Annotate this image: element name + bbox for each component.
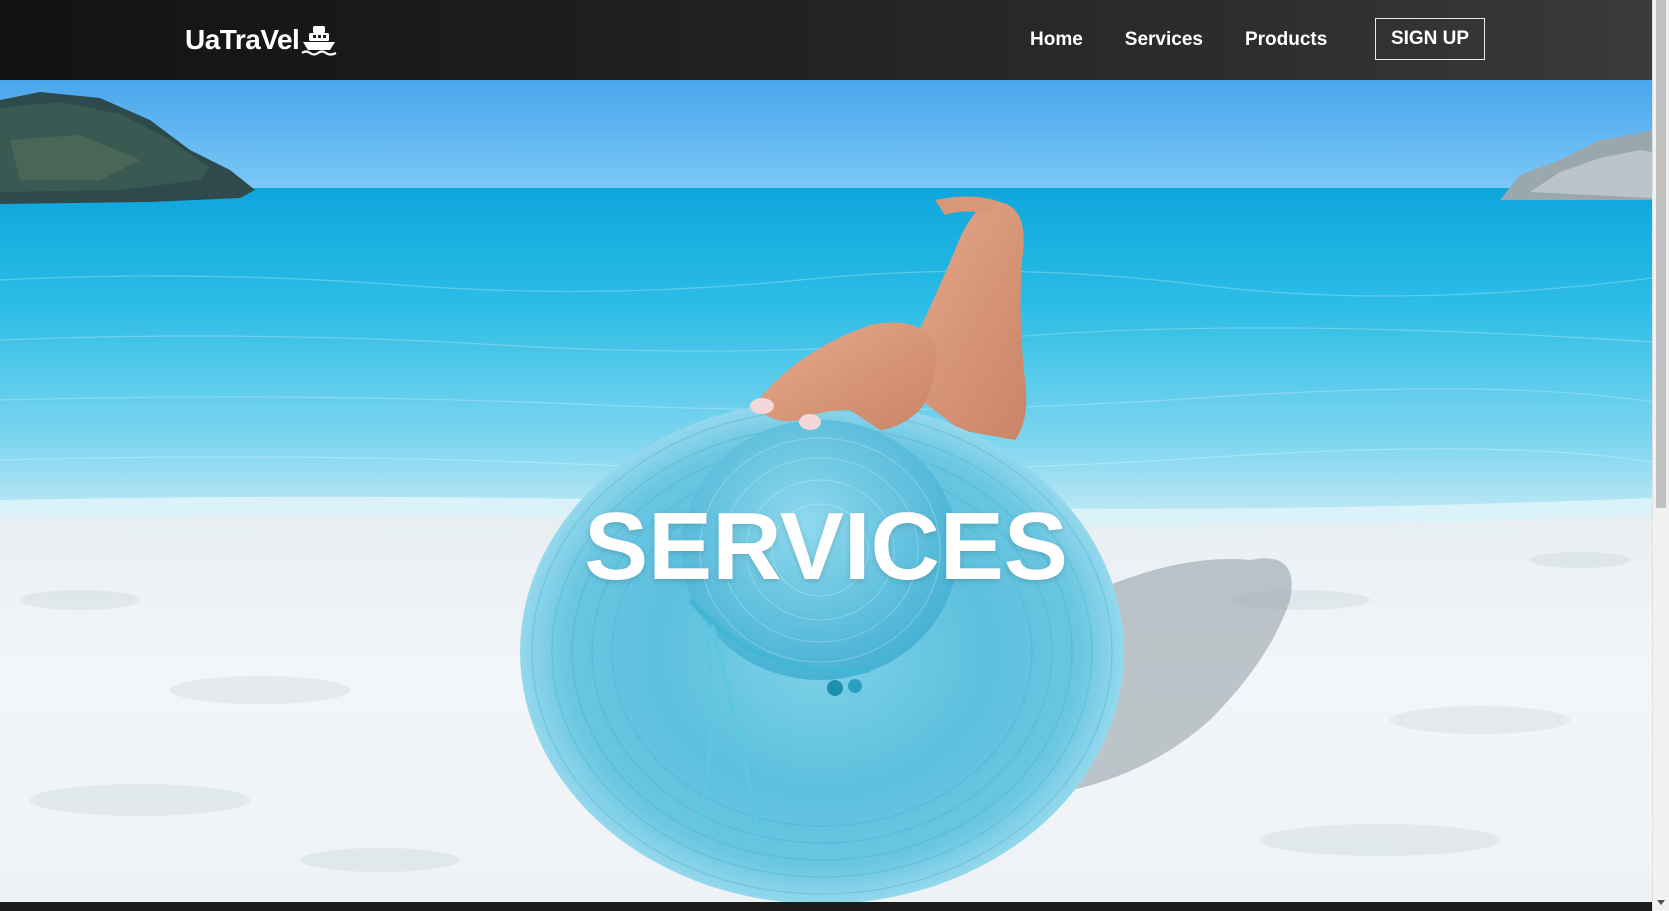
nav-links: Home Services Products [1030, 0, 1369, 80]
scrollbar-thumb[interactable] [1656, 0, 1666, 508]
nav-link-services[interactable]: Services [1125, 29, 1203, 51]
brand-name: UaTraVel [185, 24, 300, 55]
scroll-down-arrow-icon[interactable] [1657, 900, 1665, 905]
nav-link-home[interactable]: Home [1030, 29, 1083, 51]
vertical-scrollbar[interactable] [1652, 0, 1669, 911]
hero-title: SERVICES [584, 493, 1068, 601]
bottom-edge [0, 902, 1652, 911]
hero-section: SERVICES [0, 80, 1652, 902]
nav-link-products[interactable]: Products [1245, 29, 1327, 51]
brand-logo[interactable]: UaTraVel [185, 20, 338, 60]
beach-hat-photo [0, 80, 1652, 902]
page: UaTraVel Home Services Products SIGN UP [0, 0, 1669, 911]
ship-icon [301, 26, 337, 56]
signup-button[interactable]: SIGN UP [1375, 18, 1485, 60]
navbar: UaTraVel Home Services Products SIGN UP [0, 0, 1652, 80]
